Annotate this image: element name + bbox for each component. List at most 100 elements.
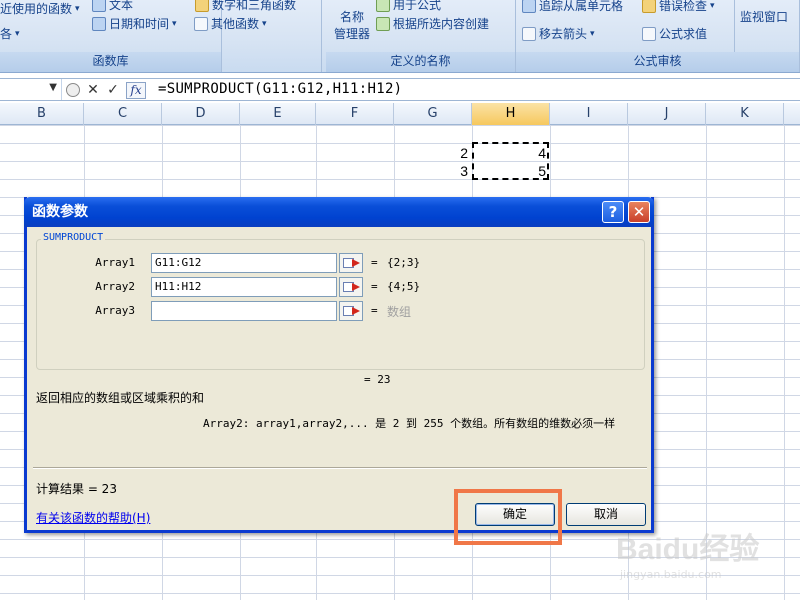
function-arguments-dialog: 函数参数 ? ✕ SUMPRODUCT Array1 G11:G12 = {2;… xyxy=(24,197,654,533)
other-functions-button[interactable]: 其他函数 ▾ xyxy=(194,15,267,32)
evaluate-formula-button[interactable]: 公式求值 xyxy=(642,25,707,42)
gridline xyxy=(0,125,800,126)
help-icon[interactable]: ? xyxy=(602,201,624,223)
use-in-formula-button[interactable]: 用于公式 xyxy=(376,0,441,13)
ribbon-group-extra: 其他函数 ▾ xyxy=(190,0,322,72)
defined-names-label: 定义的名称 xyxy=(390,54,451,68)
ribbon-separator xyxy=(734,0,735,52)
column-header-d[interactable]: D xyxy=(162,103,240,125)
column-header-h[interactable]: H xyxy=(472,103,550,125)
column-header-j[interactable]: J xyxy=(628,103,706,125)
equals-sign: = xyxy=(371,256,378,269)
formula-input[interactable]: =SUMPRODUCT(G11:G12,H11:H12) xyxy=(158,81,402,97)
function-description: 返回相应的数组或区域乘积的和 xyxy=(36,391,205,405)
more-functions-icon xyxy=(194,16,208,31)
dialog-title: 函数参数 xyxy=(32,204,88,220)
remove-arrows-icon xyxy=(522,26,536,41)
arrow-icon xyxy=(352,307,360,315)
chevron-down-icon: ▾ xyxy=(75,3,80,14)
text-icon xyxy=(92,0,106,12)
arg-label-array1: Array1 xyxy=(95,256,135,269)
column-header-e[interactable]: E xyxy=(240,103,316,125)
name-manager-label-1: 名称 xyxy=(340,10,365,24)
watch-window-label: 监视窗口 xyxy=(740,10,789,24)
column-header-b[interactable]: B xyxy=(0,103,84,125)
arguments-group: SUMPRODUCT Array1 G11:G12 = {2;3} Array2… xyxy=(36,232,645,370)
ribbon: 近使用的函数 ▾ 文本 数字和三角函数 各 ▾ 日期和时间 ▾ 函数库 其他函数… xyxy=(0,0,800,73)
gridline xyxy=(0,179,800,180)
cancel-icon[interactable]: ✕ xyxy=(86,82,100,98)
array1-input[interactable]: G11:G12 xyxy=(151,253,337,273)
chevron-down-icon: ▾ xyxy=(590,28,595,39)
create-from-selection-label: 根据所选内容创建 xyxy=(393,17,490,31)
trace-dependents-button[interactable]: 追踪从属单元格 xyxy=(522,0,623,14)
ok-button-highlight xyxy=(454,489,562,545)
collapse-dialog-icon[interactable] xyxy=(339,301,363,321)
formula-result-preview: = 23 xyxy=(364,373,391,386)
date-time-label: 日期和时间 xyxy=(109,17,170,31)
cell-g11[interactable]: 2 xyxy=(394,145,468,161)
use-in-formula-label: 用于公式 xyxy=(393,0,442,12)
error-checking-label: 错误检查 xyxy=(659,0,708,13)
formula-bar: ▼ ✕ ✓ fx =SUMPRODUCT(G11:G12,H11:H12) xyxy=(0,78,800,101)
column-header-k[interactable]: K xyxy=(706,103,784,125)
calendar-icon xyxy=(92,16,106,31)
calculation-result: 计算结果 = 23 xyxy=(36,482,117,496)
ribbon-group-defined-names: 名称 管理器 用于公式 根据所选内容创建 定义的名称 xyxy=(326,0,516,72)
watch-window-button[interactable]: 监视窗口 xyxy=(740,8,788,25)
arrow-icon xyxy=(352,259,360,267)
column-header-i[interactable]: I xyxy=(550,103,628,125)
error-checking-button[interactable]: 错误检查 ▾ xyxy=(642,0,715,14)
other-category-label: 各 xyxy=(0,27,13,41)
recent-functions-label: 近使用的函数 xyxy=(0,2,73,16)
close-icon[interactable]: ✕ xyxy=(628,201,650,223)
watermark-url: jingyan.baidu.com xyxy=(620,568,722,581)
cell-g12[interactable]: 3 xyxy=(394,163,468,179)
ribbon-group-bar: 定义的名称 xyxy=(326,52,515,72)
gridline xyxy=(0,143,800,144)
create-from-selection-button[interactable]: 根据所选内容创建 xyxy=(376,15,489,32)
function-help-link[interactable]: 有关该函数的帮助(H) xyxy=(36,509,150,526)
recent-functions-button[interactable]: 近使用的函数 ▾ xyxy=(0,0,80,17)
text-functions-button[interactable]: 文本 xyxy=(92,0,133,13)
collapse-dialog-icon[interactable] xyxy=(339,277,363,297)
column-header-f[interactable]: F xyxy=(316,103,394,125)
check-icon[interactable]: ✓ xyxy=(106,82,120,98)
dialog-title-bar[interactable]: 函数参数 ? ✕ xyxy=(24,197,654,227)
selection-marquee xyxy=(472,142,549,180)
chevron-down-icon: ▾ xyxy=(15,28,20,39)
array2-result: {4;5} xyxy=(387,280,421,293)
text-functions-label: 文本 xyxy=(109,0,134,12)
trace-icon xyxy=(522,0,536,13)
other-functions-label: 其他函数 xyxy=(211,17,260,31)
name-manager-label-2: 管理器 xyxy=(334,27,371,41)
chevron-down-icon: ▾ xyxy=(262,18,267,29)
create-names-icon xyxy=(376,16,390,31)
baidu-watermark: Baidu经验 jingyan.baidu.com xyxy=(616,520,792,590)
date-time-functions-button[interactable]: 日期和时间 ▾ xyxy=(92,15,177,32)
name-manager-button[interactable]: 名称 管理器 xyxy=(334,8,370,42)
name-box[interactable]: ▼ xyxy=(0,79,62,100)
formula-auditing-label: 公式审核 xyxy=(633,54,682,68)
formula-bar-handle-icon[interactable] xyxy=(66,83,80,97)
ribbon-group-formula-auditing: 追踪从属单元格 错误检查 ▾ 移去箭头 ▾ 公式求值 监视窗口 公式审核 xyxy=(516,0,800,72)
chevron-down-icon: ▾ xyxy=(172,18,177,29)
collapse-dialog-icon[interactable] xyxy=(339,253,363,273)
column-header-g[interactable]: G xyxy=(394,103,472,125)
argument-description: Array2: array1,array2,... 是 2 到 255 个数组。… xyxy=(203,417,616,430)
array3-input[interactable] xyxy=(151,301,337,321)
remove-arrows-button[interactable]: 移去箭头 ▾ xyxy=(522,25,595,42)
arg-label-array3: Array3 xyxy=(95,304,135,317)
array1-result: {2;3} xyxy=(387,256,421,269)
column-header-c[interactable]: C xyxy=(84,103,162,125)
insert-function-button[interactable]: fx xyxy=(126,81,146,99)
watermark-brand: Baidu经验 xyxy=(616,533,760,566)
other-category-button[interactable]: 各 ▾ xyxy=(0,25,20,42)
gridline xyxy=(0,161,800,162)
arrow-icon xyxy=(352,283,360,291)
chevron-down-icon[interactable]: ▼ xyxy=(49,82,57,93)
array2-input[interactable]: H11:H12 xyxy=(151,277,337,297)
formula-icon xyxy=(376,0,390,12)
column-header-row: B C D E F G H I J K xyxy=(0,103,800,125)
array3-result: 数组 xyxy=(387,305,412,319)
